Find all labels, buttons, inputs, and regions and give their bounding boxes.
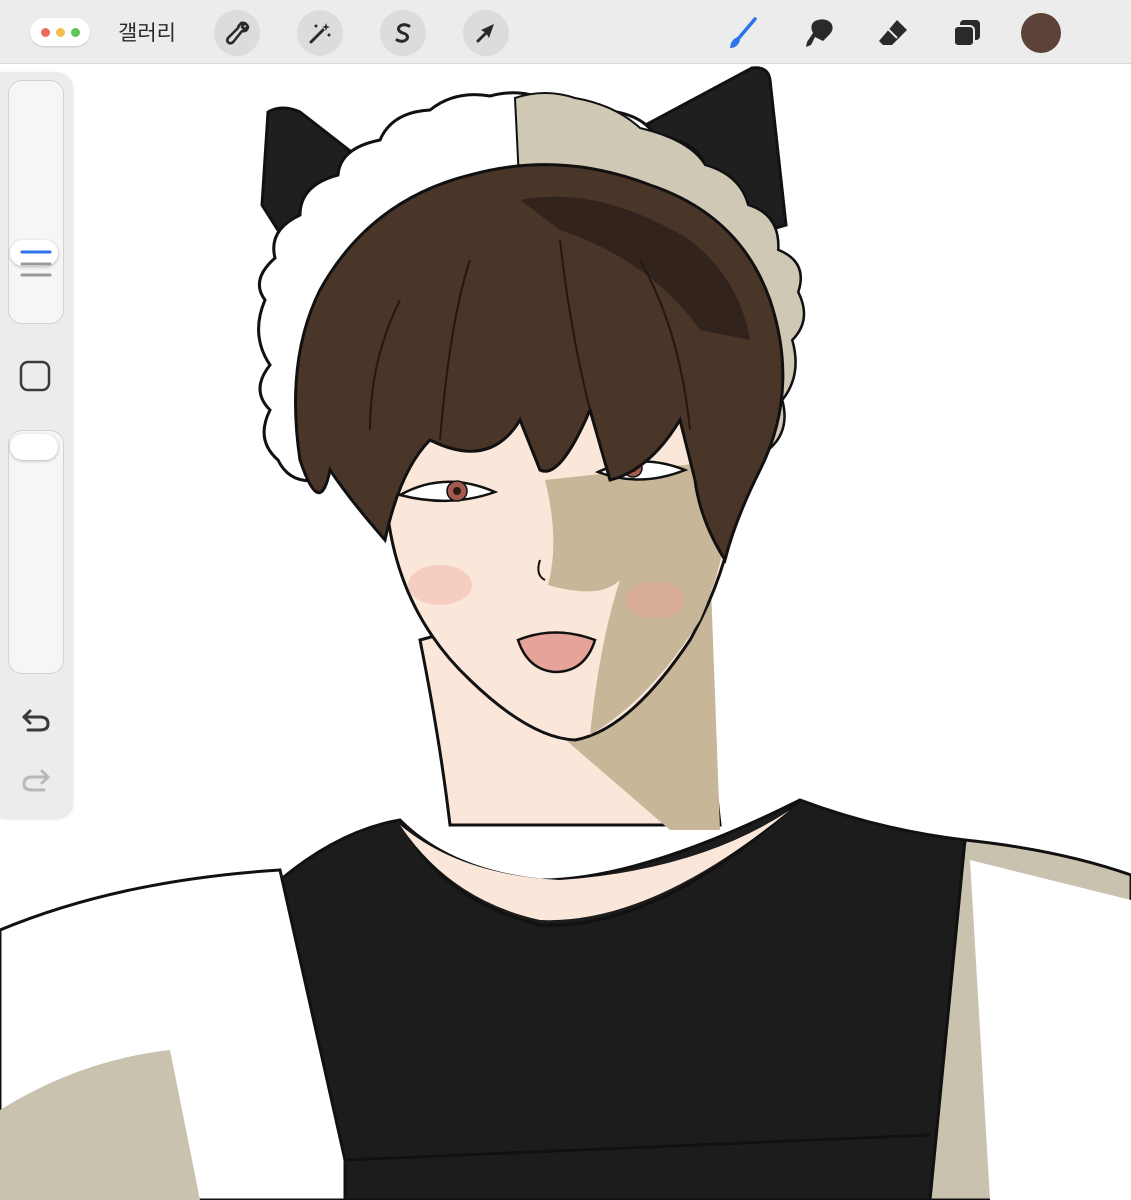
s-selection-icon [395, 23, 411, 43]
eraser-icon [879, 20, 907, 45]
close-dot[interactable] [40, 27, 50, 37]
adjustments-button[interactable] [297, 10, 343, 56]
minimize-dot[interactable] [55, 27, 65, 37]
brush-tool[interactable] [720, 10, 766, 56]
actions-button[interactable] [214, 10, 260, 56]
right-sleeve-light [970, 860, 1131, 1200]
window-controls[interactable] [30, 18, 90, 46]
brush-icon [730, 17, 757, 48]
selection-button[interactable] [380, 10, 426, 56]
arrow-cursor-icon [476, 24, 494, 43]
artwork [0, 66, 1131, 1200]
color-swatch[interactable] [1018, 10, 1064, 56]
drawing-canvas[interactable] [0, 0, 1131, 1200]
redo-icon [22, 769, 50, 792]
layers-icon [953, 20, 980, 47]
undo-icon [22, 709, 50, 732]
modifier-button[interactable] [18, 359, 52, 393]
redo-button[interactable] [18, 765, 54, 795]
zoom-dot[interactable] [70, 27, 80, 37]
left-blush [408, 565, 472, 605]
size-lines-icon [20, 250, 52, 277]
opacity-slider[interactable] [8, 430, 64, 674]
layers-button[interactable] [944, 10, 990, 56]
left-sidebar [0, 72, 72, 818]
smudge-icon [806, 19, 833, 47]
undo-button[interactable] [18, 705, 54, 735]
top-toolbar: 갤러리 [0, 0, 1131, 64]
shirt [278, 798, 967, 1200]
smudge-tool[interactable] [796, 10, 842, 56]
brush-size-slider[interactable] [8, 80, 64, 324]
magic-wand-icon [309, 23, 331, 44]
gallery-button[interactable]: 갤러리 [118, 17, 176, 47]
square-icon [19, 360, 51, 392]
color-circle-icon [1021, 13, 1061, 53]
eraser-tool[interactable] [870, 10, 916, 56]
transform-button[interactable] [463, 10, 509, 56]
opacity-knob[interactable] [10, 434, 58, 460]
wrench-icon [225, 21, 250, 45]
right-blush [625, 582, 685, 618]
